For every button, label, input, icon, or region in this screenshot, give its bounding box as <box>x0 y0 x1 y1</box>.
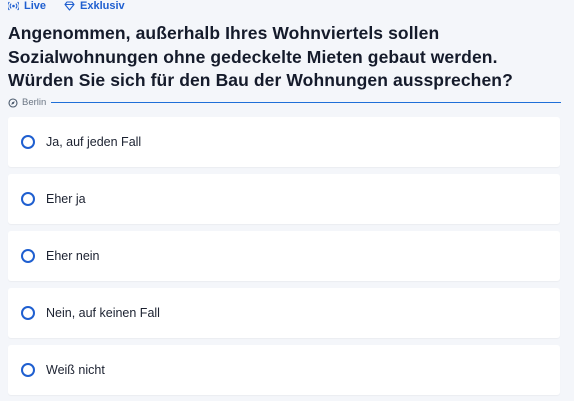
radio-button[interactable] <box>21 134 35 149</box>
radio-button[interactable] <box>21 191 35 206</box>
tag-exklusiv[interactable]: Exklusiv <box>64 0 125 12</box>
source-line: Berlin <box>8 96 561 110</box>
source-label: Berlin <box>22 97 47 108</box>
poll-question: Angenommen, außerhalb Ihres Wohnviertels… <box>8 23 513 90</box>
broadcast-icon <box>8 1 19 11</box>
option-label: Nein, auf keinen Fall <box>46 305 160 320</box>
tag-exklusiv-label: Exklusiv <box>80 0 125 12</box>
option-eher-ja[interactable]: Eher ja <box>8 173 560 224</box>
option-weiss-nicht[interactable]: Weiß nicht <box>8 344 560 395</box>
tag-live-label: Live <box>24 0 47 12</box>
poll-page: Live Exklusiv Angenommen, außerhalb Ihre… <box>0 0 574 399</box>
radio-button[interactable] <box>21 248 35 263</box>
tag-live[interactable]: Live <box>8 0 46 12</box>
divider <box>51 102 561 103</box>
option-label: Eher nein <box>46 248 100 263</box>
option-ja-auf-jeden-fall[interactable]: Ja, auf jeden Fall <box>8 116 560 167</box>
radio-button[interactable] <box>21 362 35 377</box>
option-label: Eher ja <box>46 191 86 206</box>
diamond-icon <box>64 1 75 11</box>
option-label: Ja, auf jeden Fall <box>46 134 142 149</box>
option-nein-auf-keinen-fall[interactable]: Nein, auf keinen Fall <box>8 287 560 338</box>
option-label: Weiß nicht <box>46 362 105 377</box>
option-eher-nein[interactable]: Eher nein <box>8 230 560 281</box>
radio-button[interactable] <box>21 305 35 320</box>
tag-bar: Live Exklusiv <box>8 0 561 14</box>
answer-options: Ja, auf jeden Fall Eher ja Eher nein Nei… <box>8 116 560 395</box>
compass-icon <box>8 97 18 108</box>
